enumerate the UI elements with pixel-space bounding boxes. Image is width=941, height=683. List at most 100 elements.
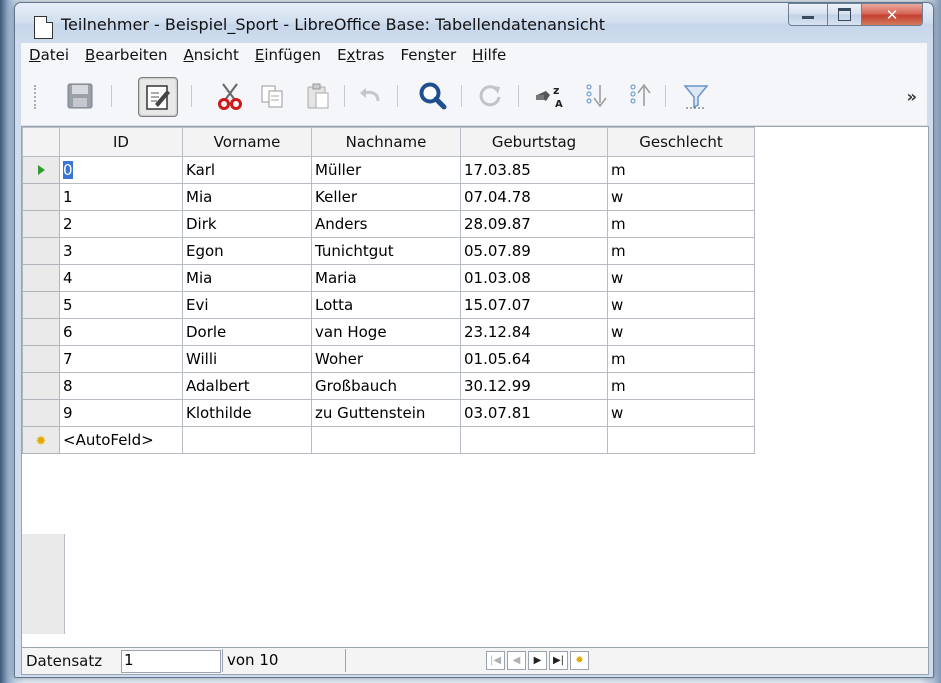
menu-ansicht[interactable]: Ansicht <box>175 46 246 64</box>
cell-id[interactable]: 3 <box>59 237 183 265</box>
column-header-id[interactable]: ID <box>59 127 183 157</box>
cell-vorname[interactable]: Karl <box>182 156 312 184</box>
column-header-geburtstag[interactable]: Geburtstag <box>460 127 608 157</box>
close-button[interactable]: ✕ <box>862 3 923 26</box>
cell-geburtstag[interactable]: 01.05.64 <box>460 345 608 373</box>
row-header-current[interactable] <box>22 156 60 184</box>
column-header-nachname[interactable]: Nachname <box>311 127 461 157</box>
last-record-button[interactable]: ▶| <box>549 651 568 670</box>
row-header[interactable] <box>22 372 60 400</box>
save-button[interactable] <box>61 77 99 115</box>
cell-nachname[interactable]: van Hoge <box>311 318 461 346</box>
cell-vorname[interactable]: Willi <box>182 345 312 373</box>
row-header[interactable] <box>22 183 60 211</box>
cell-geburtstag[interactable] <box>460 426 608 454</box>
menu-datei[interactable]: Datei <box>21 46 77 64</box>
cell-vorname[interactable]: Mia <box>182 264 312 292</box>
cell-id[interactable]: 6 <box>59 318 183 346</box>
row-header[interactable] <box>22 318 60 346</box>
cell-nachname[interactable] <box>311 426 461 454</box>
copy-button[interactable] <box>253 77 291 115</box>
cell-id[interactable]: 4 <box>59 264 183 292</box>
row-header[interactable] <box>22 210 60 238</box>
row-header-new[interactable]: ✹ <box>22 426 60 454</box>
cell-geburtstag[interactable]: 23.12.84 <box>460 318 608 346</box>
cell-id[interactable]: 8 <box>59 372 183 400</box>
cell-id[interactable]: 1 <box>59 183 183 211</box>
cell-geburtstag[interactable]: 15.07.07 <box>460 291 608 319</box>
title-bar[interactable]: Teilnehmer - Beispiel_Sport - LibreOffic… <box>15 3 933 43</box>
cell-nachname[interactable]: Woher <box>311 345 461 373</box>
row-header[interactable] <box>22 264 60 292</box>
cell-geschlecht[interactable]: w <box>607 399 755 427</box>
row-header[interactable] <box>22 399 60 427</box>
cell-nachname[interactable]: Keller <box>311 183 461 211</box>
cell-vorname[interactable]: Adalbert <box>182 372 312 400</box>
cell-geburtstag[interactable]: 07.04.78 <box>460 183 608 211</box>
menu-fenster[interactable]: Fenster <box>393 46 465 64</box>
cell-geschlecht[interactable]: m <box>607 156 755 184</box>
cell-geschlecht[interactable] <box>607 426 755 454</box>
cell-id[interactable]: 7 <box>59 345 183 373</box>
cell-vorname[interactable]: Mia <box>182 183 312 211</box>
cell-geschlecht[interactable]: m <box>607 345 755 373</box>
menu-einfuegen[interactable]: Einfügen <box>247 46 329 64</box>
cell-nachname[interactable]: Maria <box>311 264 461 292</box>
menu-bearbeiten[interactable]: Bearbeiten <box>77 46 175 64</box>
next-record-button[interactable]: ▶ <box>528 651 547 670</box>
sort-descending-button[interactable] <box>621 77 659 115</box>
cell-vorname[interactable]: Dirk <box>182 210 312 238</box>
undo-button[interactable] <box>351 77 389 115</box>
cell-nachname[interactable]: Anders <box>311 210 461 238</box>
cell-id[interactable]: 5 <box>59 291 183 319</box>
record-number-input[interactable]: 1 <box>121 650 221 673</box>
cell-geschlecht[interactable]: w <box>607 318 755 346</box>
autofilter-button[interactable] <box>677 77 715 115</box>
cell-geschlecht[interactable]: m <box>607 210 755 238</box>
refresh-button[interactable] <box>471 77 509 115</box>
cell-id[interactable]: <AutoFeld> <box>59 426 183 454</box>
cell-vorname[interactable]: Evi <box>182 291 312 319</box>
cell-geschlecht[interactable]: w <box>607 264 755 292</box>
cell-geschlecht[interactable]: m <box>607 237 755 265</box>
sort-ascending-button[interactable] <box>577 77 615 115</box>
cell-geburtstag[interactable]: 03.07.81 <box>460 399 608 427</box>
row-header[interactable] <box>22 345 60 373</box>
edit-mode-button[interactable] <box>138 77 178 117</box>
paste-button[interactable] <box>299 77 337 115</box>
cell-geschlecht[interactable]: m <box>607 372 755 400</box>
row-header[interactable] <box>22 237 60 265</box>
sort-button[interactable]: zA <box>531 77 569 115</box>
new-record-button[interactable]: ✹ <box>570 651 589 670</box>
find-button[interactable] <box>414 77 452 115</box>
corner-cell[interactable] <box>22 127 60 157</box>
menu-hilfe[interactable]: Hilfe <box>464 46 514 64</box>
cell-vorname[interactable]: Klothilde <box>182 399 312 427</box>
cell-vorname[interactable] <box>182 426 312 454</box>
cell-id[interactable]: 9 <box>59 399 183 427</box>
cell-vorname[interactable]: Egon <box>182 237 312 265</box>
cell-vorname[interactable]: Dorle <box>182 318 312 346</box>
cell-nachname[interactable]: Lotta <box>311 291 461 319</box>
column-header-vorname[interactable]: Vorname <box>182 127 312 157</box>
cell-nachname[interactable]: Müller <box>311 156 461 184</box>
column-header-geschlecht[interactable]: Geschlecht <box>607 127 755 157</box>
first-record-button[interactable]: |◀ <box>486 651 505 670</box>
cell-geburtstag[interactable]: 01.03.08 <box>460 264 608 292</box>
maximize-button[interactable] <box>828 3 862 26</box>
cell-id[interactable]: 0 <box>59 156 183 184</box>
toolbar-overflow-button[interactable]: » <box>907 87 917 106</box>
cell-nachname[interactable]: Tunichtgut <box>311 237 461 265</box>
menu-extras[interactable]: Extras <box>329 46 392 64</box>
toolbar-grip[interactable] <box>34 85 39 109</box>
cell-geburtstag[interactable]: 28.09.87 <box>460 210 608 238</box>
cell-nachname[interactable]: Großbauch <box>311 372 461 400</box>
previous-record-button[interactable]: ◀ <box>507 651 526 670</box>
cell-nachname[interactable]: zu Guttenstein <box>311 399 461 427</box>
cell-geburtstag[interactable]: 17.03.85 <box>460 156 608 184</box>
cell-id[interactable]: 2 <box>59 210 183 238</box>
cell-geschlecht[interactable]: w <box>607 291 755 319</box>
minimize-button[interactable] <box>788 3 828 26</box>
cell-geburtstag[interactable]: 30.12.99 <box>460 372 608 400</box>
cell-geburtstag[interactable]: 05.07.89 <box>460 237 608 265</box>
